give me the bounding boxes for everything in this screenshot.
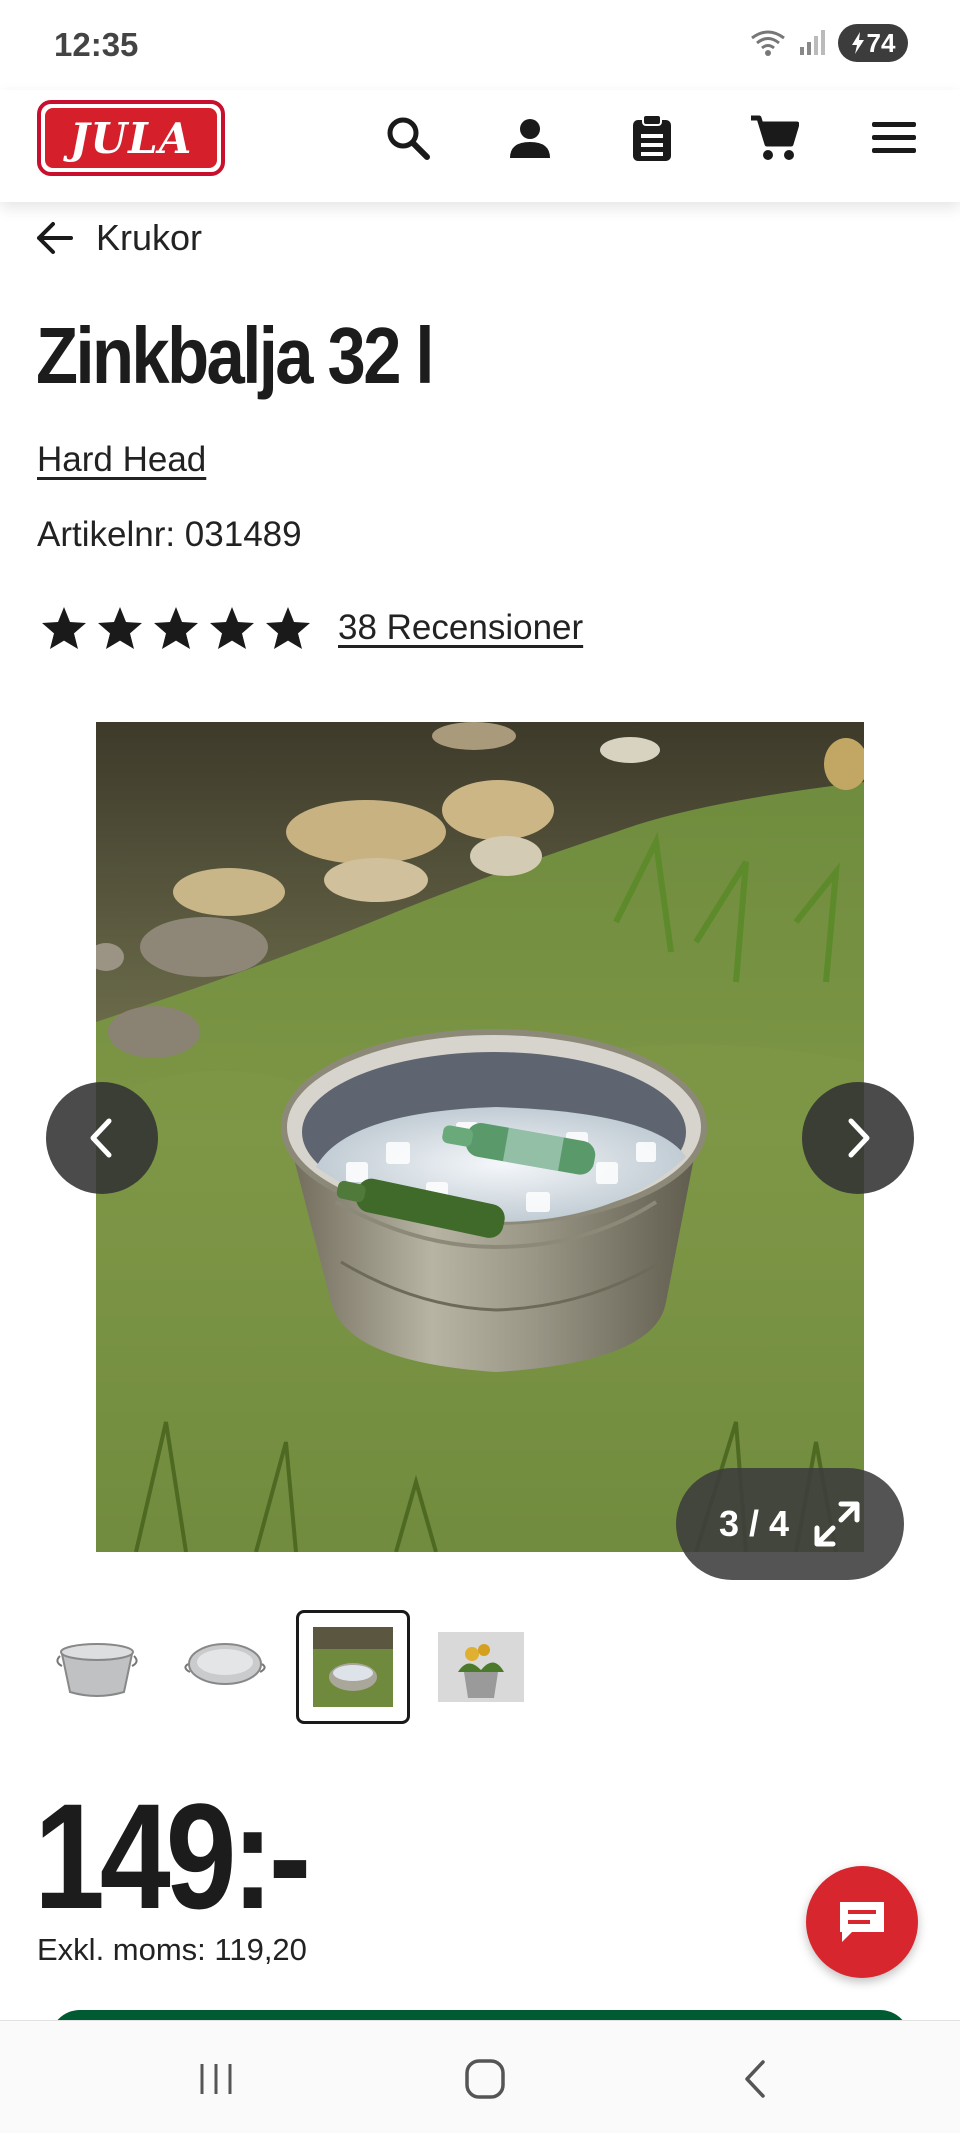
logo-text: JULA — [69, 113, 193, 163]
shopping-list-icon[interactable] — [622, 108, 682, 168]
back-icon — [745, 2060, 765, 2098]
logo-badge: JULA — [45, 108, 217, 168]
battery-level: 74 — [866, 27, 896, 58]
thumbnail-2[interactable] — [168, 1610, 282, 1724]
search-icon[interactable] — [378, 108, 438, 168]
bucket-side-thumbnail — [56, 1643, 138, 1697]
expand-icon — [814, 1501, 860, 1547]
bucket-top-thumbnail — [184, 1643, 266, 1685]
star-icon — [210, 607, 254, 649]
recent-apps-button[interactable] — [186, 2049, 246, 2109]
chat-icon — [840, 1902, 884, 1942]
product-rating: 38 Recensioner — [40, 605, 583, 651]
status-bar: 12:35 74 — [0, 0, 960, 90]
signal-icon — [800, 30, 825, 55]
site-header: JULA — [0, 90, 960, 202]
chevron-right-icon — [848, 1118, 870, 1158]
charging-icon — [851, 32, 864, 54]
previous-image-button[interactable] — [46, 1082, 158, 1194]
star-icon — [42, 607, 86, 649]
brand-link[interactable]: Hard Head — [37, 440, 206, 480]
product-image[interactable] — [96, 722, 864, 1552]
thumbnail-strip — [40, 1610, 538, 1724]
home-button[interactable] — [455, 2049, 515, 2109]
chat-button[interactable] — [806, 1866, 918, 1978]
rating-stars — [40, 605, 312, 651]
article-number: Artikelnr: 031489 — [37, 515, 302, 554]
system-nav-bar — [0, 2020, 960, 2133]
product-title: Zinkbalja 32 l — [36, 311, 435, 400]
battery-indicator: 74 — [838, 24, 908, 62]
back-button[interactable] — [724, 2049, 784, 2109]
chevron-left-icon — [90, 1118, 112, 1158]
jula-logo[interactable]: JULA — [37, 100, 225, 176]
breadcrumb-label: Krukor — [96, 217, 203, 258]
reviews-link[interactable]: 38 Recensioner — [338, 608, 583, 648]
thumbnail-3[interactable] — [296, 1610, 410, 1724]
thumbnail-4[interactable] — [424, 1610, 538, 1724]
star-icon — [98, 607, 142, 649]
arrow-left-icon — [37, 222, 73, 254]
bucket-flowers-thumbnail — [438, 1632, 524, 1702]
cart-icon[interactable] — [744, 108, 804, 168]
next-image-button[interactable] — [802, 1082, 914, 1194]
image-counter-label: 3 / 4 — [718, 1503, 790, 1544]
breadcrumb[interactable]: Krukor — [36, 208, 202, 268]
product-price: 149:- — [34, 1772, 311, 1940]
status-time: 12:35 — [54, 26, 139, 63]
recent-apps-icon — [200, 2064, 232, 2094]
star-icon — [266, 607, 310, 649]
menu-icon[interactable] — [864, 108, 924, 168]
account-icon[interactable] — [500, 108, 560, 168]
bucket-grass-thumbnail — [313, 1627, 393, 1707]
star-icon — [154, 607, 198, 649]
thumbnail-1[interactable] — [40, 1610, 154, 1724]
image-counter[interactable]: 3 / 4 — [676, 1468, 904, 1580]
home-icon — [465, 2059, 505, 2099]
wifi-icon — [751, 30, 785, 56]
status-icons: 74 — [750, 24, 908, 62]
price-excl-vat: Exkl. moms: 119,20 — [37, 1932, 307, 1967]
